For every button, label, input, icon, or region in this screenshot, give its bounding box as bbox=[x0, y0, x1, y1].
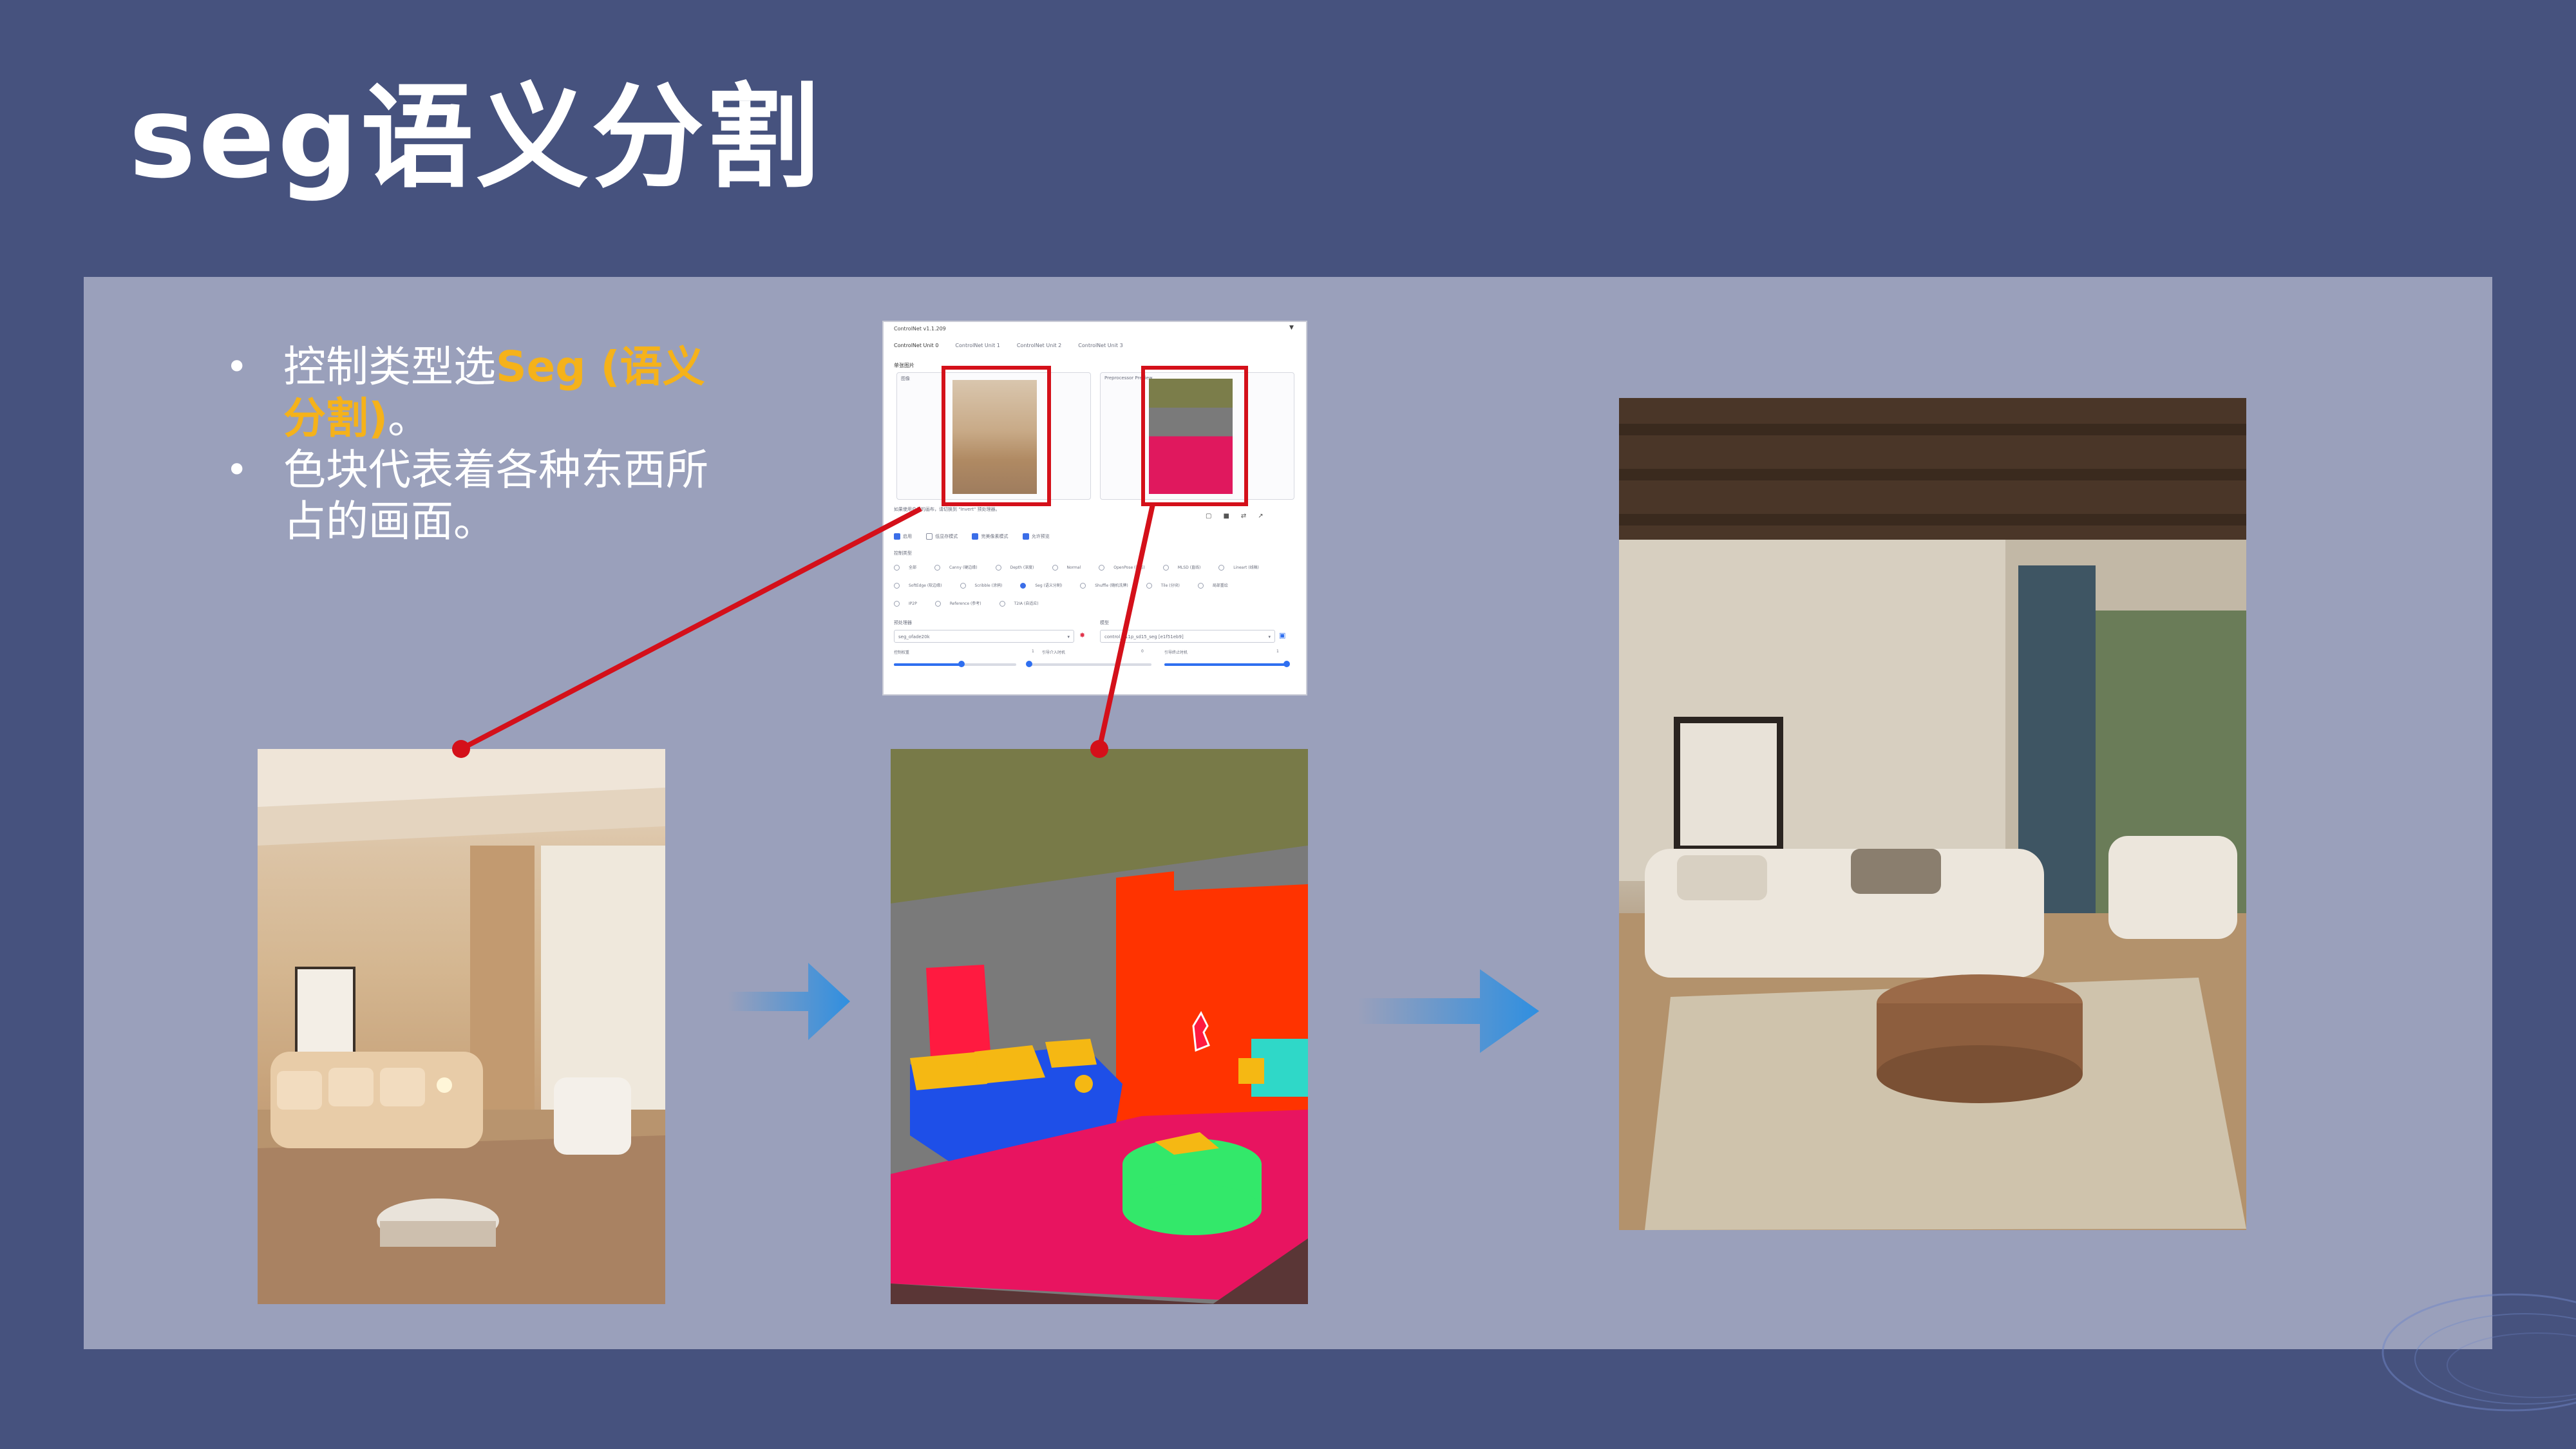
decorative-wave bbox=[2382, 1293, 2576, 1412]
connector-lines bbox=[452, 504, 1155, 758]
connector-line-input bbox=[460, 506, 922, 752]
connector-dot bbox=[1090, 740, 1108, 758]
connector-line-seg bbox=[1097, 504, 1155, 750]
connector-dot bbox=[452, 740, 470, 758]
